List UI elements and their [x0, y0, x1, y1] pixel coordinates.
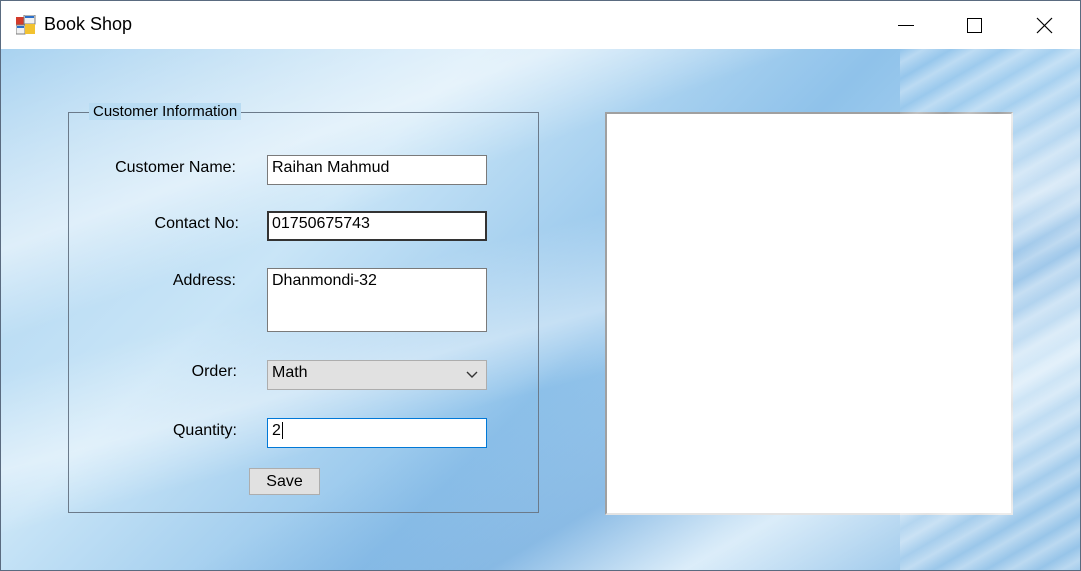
minimize-button[interactable] [871, 1, 941, 49]
save-button[interactable]: Save [249, 468, 320, 495]
quantity-field[interactable]: 2 [267, 418, 487, 448]
contact-no-value: 01750675743 [272, 215, 370, 232]
order-label: Order: [191, 363, 237, 380]
app-form-icon [15, 14, 36, 35]
customer-name-field[interactable]: Raihan Mahmud [267, 155, 487, 185]
book-shop-window: Book Shop Customer Information Customer … [0, 0, 1081, 571]
quantity-value: 2 [272, 422, 281, 439]
address-textarea[interactable]: Dhanmondi-32 [267, 268, 487, 332]
text-caret [281, 422, 283, 440]
customer-name-label: Customer Name: [115, 159, 236, 176]
order-selected-value: Math [272, 364, 308, 381]
close-icon [1036, 17, 1053, 34]
title-bar[interactable]: Book Shop [1, 1, 1080, 49]
form-client-area: Customer Information Customer Name: Raih… [1, 49, 1080, 570]
address-label: Address: [172, 272, 236, 289]
contact-no-field[interactable]: 01750675743 [267, 211, 487, 241]
group-title: Customer Information [89, 103, 242, 120]
minimize-icon [898, 25, 914, 26]
maximize-button[interactable] [939, 1, 1009, 49]
window-title: Book Shop [44, 14, 133, 34]
output-display-box[interactable] [605, 112, 1013, 515]
contact-no-label: Contact No: [154, 215, 239, 232]
quantity-label: Quantity: [172, 422, 237, 439]
maximize-icon [967, 18, 982, 33]
order-dropdown[interactable]: Math [267, 360, 487, 390]
address-value: Dhanmondi-32 [272, 272, 377, 289]
close-button[interactable] [1009, 1, 1079, 49]
customer-name-value: Raihan Mahmud [272, 159, 390, 176]
chevron-down-icon [466, 371, 478, 378]
